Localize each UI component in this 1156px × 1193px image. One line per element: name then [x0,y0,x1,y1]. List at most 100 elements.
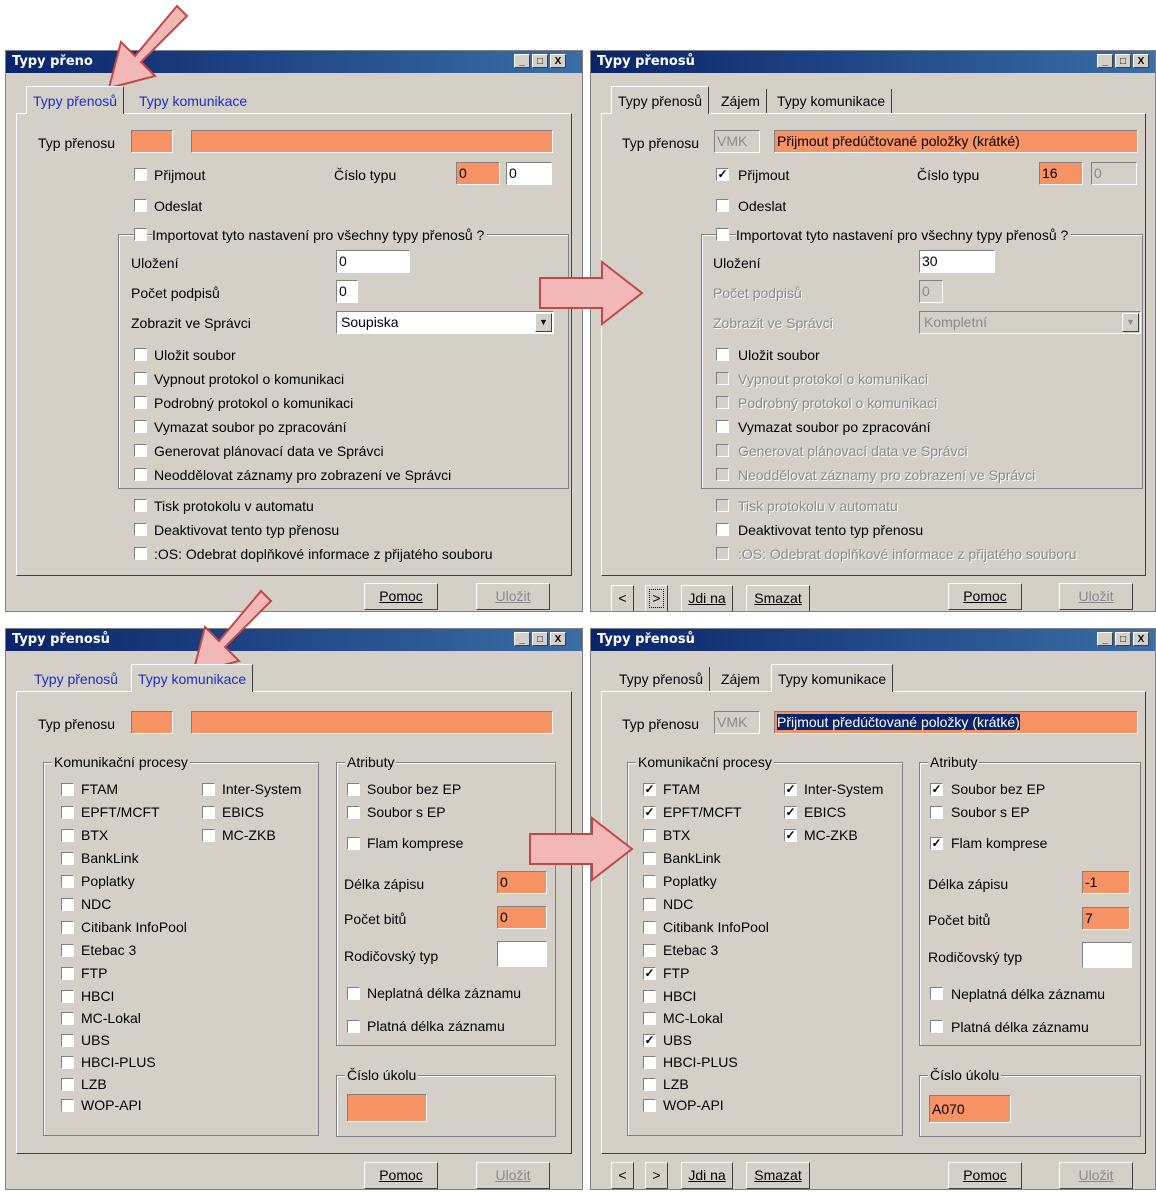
process-checkbox[interactable] [61,898,74,911]
receive-checkbox[interactable]: ✓ [716,168,729,181]
process-checkbox[interactable]: ✓ [643,806,656,819]
task-number-input[interactable] [347,1094,427,1122]
process-checkbox[interactable] [202,829,215,842]
type-number-input-a[interactable]: 16 [1039,162,1083,185]
print-log-checkbox[interactable] [134,499,147,512]
transfer-type-code-input[interactable]: VMK [714,130,760,153]
tab-transfer-types[interactable]: Typy přenosů [611,86,710,114]
close-button[interactable]: X [550,632,566,646]
signatures-input[interactable]: 0 [336,280,358,303]
process-checkbox[interactable]: ✓ [784,806,797,819]
process-checkbox[interactable] [61,1034,74,1047]
tab-communication-types[interactable]: Typy komunikace [771,89,893,114]
transfer-type-code-input[interactable]: VMK [714,711,760,734]
storage-input[interactable]: 30 [919,250,995,273]
process-checkbox[interactable] [643,829,656,842]
process-checkbox[interactable] [61,829,74,842]
delete-file-checkbox[interactable] [716,420,729,433]
minimize-button[interactable]: _ [1097,54,1113,68]
process-checkbox[interactable] [61,875,74,888]
receive-checkbox[interactable] [134,168,147,181]
transfer-type-code-input[interactable] [131,130,173,153]
goto-button[interactable]: Jdi na [681,585,733,611]
process-checkbox[interactable] [643,1078,656,1091]
valid-length-checkbox[interactable] [347,1020,360,1033]
close-button[interactable]: X [1133,54,1149,68]
minimize-button[interactable]: _ [514,632,530,646]
parent-type-input[interactable] [1082,942,1132,968]
close-button[interactable]: X [1133,632,1149,646]
title-bar[interactable]: Typy přenosů _ □ X [591,629,1155,651]
attr-with-ep-checkbox[interactable] [347,806,360,819]
attr-no-ep-checkbox[interactable] [347,783,360,796]
process-checkbox[interactable] [61,967,74,980]
save-button[interactable]: Uložit [1059,1162,1133,1189]
transfer-type-name-input[interactable] [191,711,553,734]
import-all-checkbox[interactable] [716,228,729,241]
parent-type-input[interactable] [497,941,547,967]
process-checkbox[interactable] [61,852,74,865]
maximize-button[interactable]: □ [532,54,548,68]
title-bar[interactable]: Typy přenosů _ □ X [6,629,582,651]
chevron-down-icon[interactable]: ▼ [1122,313,1139,332]
save-file-checkbox[interactable] [134,348,147,361]
process-checkbox[interactable] [61,1056,74,1069]
tab-communication-types[interactable]: Typy komunikace [131,664,254,692]
process-checkbox[interactable]: ✓ [643,1034,656,1047]
maximize-button[interactable]: □ [1115,54,1131,68]
transfer-type-name-input[interactable]: Přijmout předúčtované položky (krátké) [774,130,1138,153]
close-button[interactable]: X [550,54,566,68]
prev-button[interactable]: < [611,585,634,611]
task-number-input[interactable]: A070 [929,1095,1011,1123]
process-checkbox[interactable] [61,806,74,819]
transfer-type-name-input[interactable] [191,130,553,153]
process-checkbox[interactable]: ✓ [643,967,656,980]
help-button[interactable]: Pomoc [948,583,1022,610]
no-separate-checkbox[interactable] [134,468,147,481]
goto-button[interactable]: Jdi na [681,1162,733,1189]
process-checkbox[interactable] [643,898,656,911]
help-button[interactable]: Pomoc [364,1162,438,1189]
maximize-button[interactable]: □ [532,632,548,646]
storage-input[interactable]: 0 [336,250,410,273]
process-checkbox[interactable] [61,783,74,796]
type-number-input-b[interactable]: 0 [1091,162,1137,185]
process-checkbox[interactable]: ✓ [643,783,656,796]
transfer-type-code-input[interactable] [131,711,173,734]
bits-input[interactable]: 0 [497,906,547,929]
attr-with-ep-checkbox[interactable] [930,806,943,819]
process-checkbox[interactable] [61,1078,74,1091]
attr-flam-checkbox[interactable] [347,837,360,850]
process-checkbox[interactable] [643,852,656,865]
attr-flam-checkbox[interactable]: ✓ [930,837,943,850]
prev-button[interactable]: < [611,1162,634,1189]
send-checkbox[interactable] [134,199,147,212]
process-checkbox[interactable]: ✓ [784,783,797,796]
save-button[interactable]: Uložit [1059,583,1133,610]
valid-length-checkbox[interactable] [930,1020,943,1033]
invalid-length-checkbox[interactable] [930,987,943,1000]
next-button[interactable]: > [645,585,668,611]
delete-button[interactable]: Smazat [746,1162,810,1189]
tab-communication-types[interactable]: Typy komunikace [771,664,894,692]
invalid-length-checkbox[interactable] [347,987,360,1000]
tab-transfer-types[interactable]: Typy přenosů [613,667,711,692]
process-checkbox[interactable] [202,806,215,819]
title-bar[interactable]: Typy přenosů _ □ X [591,51,1155,73]
deactivate-checkbox[interactable] [134,523,147,536]
process-checkbox[interactable] [61,1099,74,1112]
maximize-button[interactable]: □ [1115,632,1131,646]
type-number-input-b[interactable]: 0 [506,162,552,185]
help-button[interactable]: Pomoc [364,583,438,610]
process-checkbox[interactable] [61,990,74,1003]
title-bar[interactable]: Typy přeno _ □ X [6,51,582,73]
deactivate-checkbox[interactable] [716,523,729,536]
save-button[interactable]: Uložit [476,1162,550,1189]
process-checkbox[interactable] [61,1012,74,1025]
send-checkbox[interactable] [716,199,729,212]
admin-view-select[interactable]: Soupiska ▼ [336,311,554,334]
tab-interest[interactable]: Zájem [715,89,767,114]
attr-no-ep-checkbox[interactable]: ✓ [930,783,943,796]
import-all-checkbox[interactable] [134,228,147,241]
save-file-checkbox[interactable] [716,348,729,361]
